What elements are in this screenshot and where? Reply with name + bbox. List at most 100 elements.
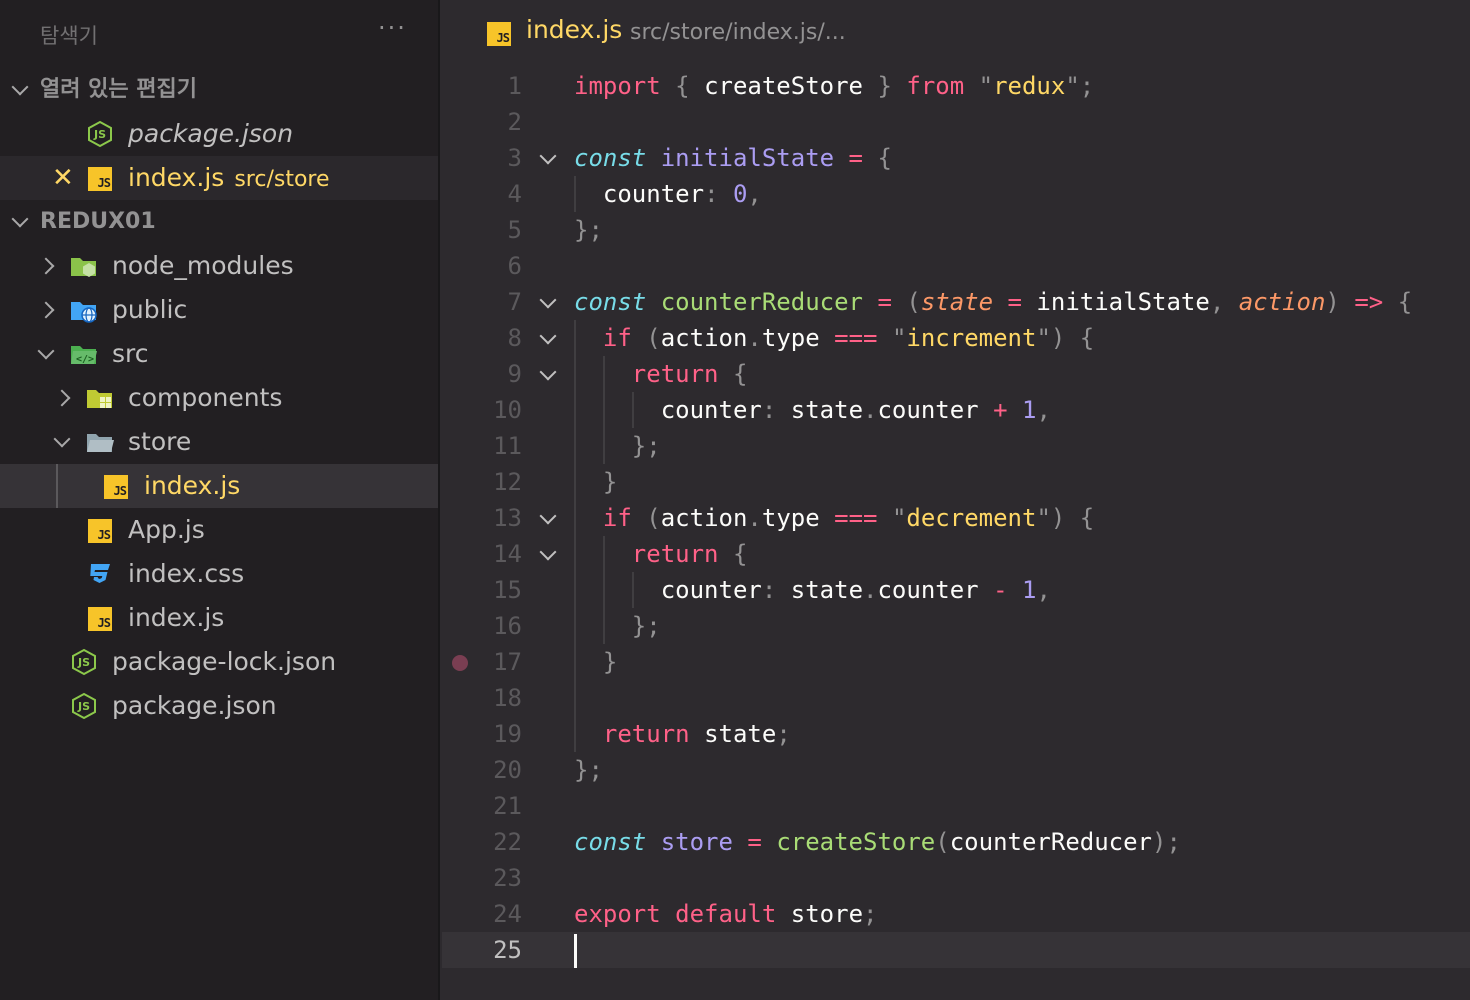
open-editor-item-active[interactable]: ✕ JS index.js src/store <box>0 156 438 200</box>
tree-item-node-modules[interactable]: node_modules <box>0 244 438 288</box>
code-text: } <box>602 468 618 496</box>
code-editor[interactable]: 1 import { createStore } from "redux"; 2 3 c… <box>442 68 1470 1000</box>
tree-item-label: store <box>128 427 192 456</box>
code-text: }; <box>631 612 661 640</box>
js-icon: JS <box>88 607 112 631</box>
text-cursor <box>574 934 577 968</box>
fold-chevron-icon[interactable] <box>539 363 557 381</box>
line-number: 9 <box>507 360 522 388</box>
code-text: const initialState = { <box>574 144 892 172</box>
code-line[interactable]: 21 <box>442 788 1470 824</box>
indent-guide <box>602 536 605 644</box>
code-text: }; <box>574 216 603 244</box>
js-icon: JS <box>88 167 112 191</box>
tab-path: src/store/index.js/... <box>630 20 846 45</box>
breakpoint-icon[interactable] <box>452 655 468 671</box>
folder-open-icon <box>87 434 114 452</box>
code-line[interactable]: 10 counter: state.counter + 1, <box>442 392 1470 428</box>
line-number: 3 <box>507 144 522 172</box>
close-icon[interactable]: ✕ <box>52 165 74 191</box>
code-line[interactable]: 13 if (action.type === "decrement") { <box>442 500 1470 536</box>
code-line[interactable]: 16 }; <box>442 608 1470 644</box>
code-line[interactable]: 12 } <box>442 464 1470 500</box>
code-text: return { <box>631 360 748 388</box>
node-folder-icon <box>71 258 96 277</box>
tree-item-index-js[interactable]: JS index.js <box>0 596 438 640</box>
line-number: 25 <box>493 936 522 964</box>
more-actions-icon[interactable]: ··· <box>378 14 407 42</box>
line-number: 8 <box>507 324 522 352</box>
tree-item-public[interactable]: public <box>0 288 438 332</box>
chevron-right-icon <box>50 386 74 410</box>
indent-guide <box>602 356 605 464</box>
chevron-down-icon <box>50 430 74 454</box>
code-line[interactable]: 11 }; <box>442 428 1470 464</box>
code-line[interactable]: 8 if (action.type === "increment") { <box>442 320 1470 356</box>
public-folder-icon <box>71 302 97 323</box>
fold-chevron-icon[interactable] <box>539 291 557 309</box>
js-icon: JS <box>104 475 128 499</box>
svg-text:JS: JS <box>93 128 106 141</box>
code-line[interactable]: 17 } <box>442 644 1470 680</box>
code-text: counter: state.counter + 1, <box>660 396 1051 424</box>
code-text: } <box>602 648 618 676</box>
code-line[interactable]: 9 return { <box>442 356 1470 392</box>
tree-item-index-css[interactable]: index.css <box>0 552 438 596</box>
fold-chevron-icon[interactable] <box>539 327 557 345</box>
code-line[interactable]: 23 <box>442 860 1470 896</box>
tree-item-package-json[interactable]: JS package.json <box>0 684 438 728</box>
open-editor-name: index.js <box>128 163 225 192</box>
line-number: 16 <box>493 612 522 640</box>
line-number: 11 <box>493 432 522 460</box>
tree-item-store-index-js[interactable]: JS index.js <box>0 464 438 508</box>
code-line[interactable]: 2 <box>442 104 1470 140</box>
code-line[interactable]: 6 <box>442 248 1470 284</box>
tree-item-package-lock[interactable]: JS package-lock.json <box>0 640 438 684</box>
tree-item-label: package-lock.json <box>112 647 337 676</box>
line-number: 6 <box>507 252 522 280</box>
open-editor-item[interactable]: JS package.json <box>0 112 438 156</box>
code-line[interactable]: 15 counter: state.counter - 1, <box>442 572 1470 608</box>
tree-item-label: node_modules <box>112 251 294 280</box>
fold-chevron-icon[interactable] <box>539 507 557 525</box>
tree-item-app-js[interactable]: JS App.js <box>0 508 438 552</box>
line-number: 14 <box>493 540 522 568</box>
fold-chevron-icon[interactable] <box>539 147 557 165</box>
chevron-right-icon <box>34 298 58 322</box>
line-number: 5 <box>507 216 522 244</box>
code-line[interactable]: 22 const store = createStore(counterReduc… <box>442 824 1470 860</box>
code-line[interactable]: 14 return { <box>442 536 1470 572</box>
tree-item-store[interactable]: store <box>0 420 438 464</box>
code-line[interactable]: 19 return state; <box>442 716 1470 752</box>
code-line[interactable]: 4 counter: 0, <box>442 176 1470 212</box>
indent-guide <box>631 392 634 428</box>
tree-item-label: index.js <box>128 603 225 632</box>
nodejs-icon: JS <box>72 648 96 676</box>
code-line[interactable]: 3 const initialState = { <box>442 140 1470 176</box>
css-icon <box>90 564 110 583</box>
explorer-sidebar: 탐색기 ··· 열려 있는 편집기 JS package.json ✕ JS i… <box>0 0 440 1000</box>
open-editors-section[interactable]: 열려 있는 편집기 <box>0 68 438 112</box>
code-text: counter: state.counter - 1, <box>660 576 1051 604</box>
code-line[interactable]: 25 <box>442 932 1470 968</box>
explorer-title: 탐색기 <box>40 24 98 48</box>
code-line[interactable]: 7 const counterReducer = (state = initial… <box>442 284 1470 320</box>
line-number: 23 <box>493 864 522 892</box>
tab-filename: index.js <box>526 15 623 44</box>
code-line[interactable]: 1 import { createStore } from "redux"; <box>442 68 1470 104</box>
tree-item-src[interactable]: </> src <box>0 332 438 376</box>
line-number: 19 <box>493 720 522 748</box>
fold-chevron-icon[interactable] <box>539 543 557 561</box>
code-line[interactable]: 18 <box>442 680 1470 716</box>
line-number: 17 <box>493 648 522 676</box>
chevron-down-icon <box>34 342 58 366</box>
project-label: REDUX01 <box>40 209 156 234</box>
project-section[interactable]: REDUX01 <box>0 200 438 244</box>
nodejs-icon: JS <box>88 120 112 148</box>
code-line[interactable]: 5}; <box>442 212 1470 248</box>
editor-tab[interactable]: JS index.js src/store/index.js/... <box>442 0 1470 68</box>
code-line[interactable]: 20}; <box>442 752 1470 788</box>
code-line[interactable]: 24 export default store; <box>442 896 1470 932</box>
tree-item-components[interactable]: components <box>0 376 438 420</box>
line-number: 15 <box>493 576 522 604</box>
